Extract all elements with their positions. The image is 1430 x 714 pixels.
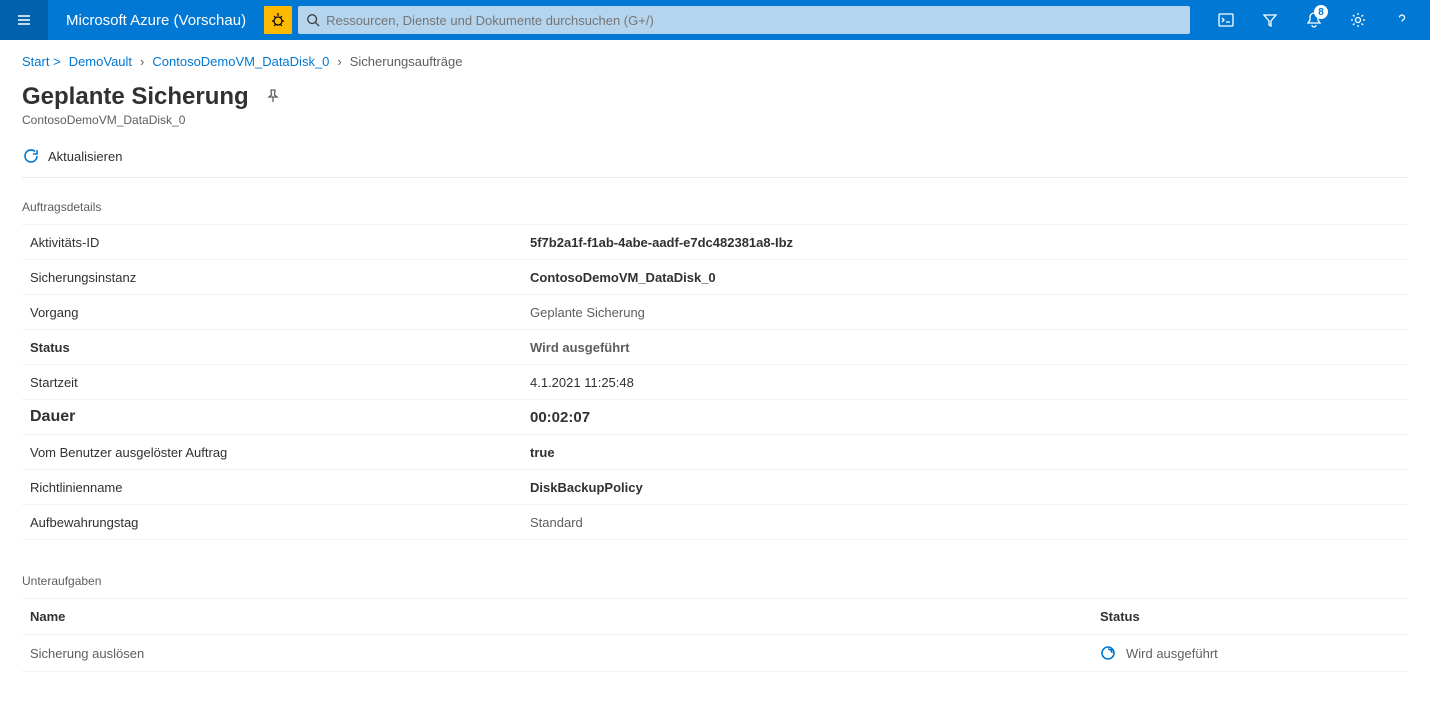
detail-row: VorgangGeplante Sicherung xyxy=(22,295,1408,330)
detail-label: Richtlinienname xyxy=(30,480,530,495)
detail-value: Wird ausgeführt xyxy=(530,340,630,355)
subtasks-header-status: Status xyxy=(1100,609,1400,624)
subtasks-table: Name Status Sicherung auslösenWird ausge… xyxy=(22,598,1408,672)
filter-icon xyxy=(1261,11,1279,29)
detail-row: Dauer00:02:07 xyxy=(22,400,1408,435)
help-icon xyxy=(1393,11,1411,29)
global-search[interactable] xyxy=(298,6,1190,34)
refresh-icon xyxy=(22,147,40,165)
detail-value: true xyxy=(530,445,555,460)
refresh-label: Aktualisieren xyxy=(48,149,122,164)
cloud-shell-icon xyxy=(1217,11,1235,29)
cloud-shell-button[interactable] xyxy=(1204,0,1248,40)
detail-row: SicherungsinstanzContosoDemoVM_DataDisk_… xyxy=(22,260,1408,295)
toolbar: Aktualisieren xyxy=(22,141,1408,178)
breadcrumb-current: Sicherungsaufträge xyxy=(350,54,463,69)
detail-value: Standard xyxy=(530,515,583,530)
detail-value: Geplante Sicherung xyxy=(530,305,645,320)
detail-label: Startzeit xyxy=(30,375,530,390)
detail-value: 00:02:07 xyxy=(530,409,590,426)
detail-value: 4.1.2021 11:25:48 xyxy=(530,375,634,390)
subtasks-section: Unteraufgaben Name Status Sicherung ausl… xyxy=(22,574,1408,672)
detail-row: AufbewahrungstagStandard xyxy=(22,505,1408,540)
subtask-status: Wird ausgeführt xyxy=(1100,645,1400,661)
pin-icon xyxy=(265,88,281,104)
detail-row: Vom Benutzer ausgelöster Auftragtrue xyxy=(22,435,1408,470)
detail-row: RichtliniennameDiskBackupPolicy xyxy=(22,470,1408,505)
subtasks-header-name: Name xyxy=(30,609,1100,624)
breadcrumb: Start > DemoVault › ContosoDemoVM_DataDi… xyxy=(22,54,1408,69)
brand-label: Microsoft Azure (Vorschau) xyxy=(48,12,264,29)
detail-value: 5f7b2a1f-f1ab-4abe-aadf-e7dc482381a8-Ibz xyxy=(530,235,793,250)
details-section-title: Auftragsdetails xyxy=(22,200,1408,214)
detail-label: Status xyxy=(30,340,530,355)
hamburger-icon xyxy=(16,12,32,28)
page-title: Geplante Sicherung xyxy=(22,83,249,111)
detail-label: Vom Benutzer ausgelöster Auftrag xyxy=(30,445,530,460)
detail-row: StatusWird ausgeführt xyxy=(22,330,1408,365)
detail-value: DiskBackupPolicy xyxy=(530,480,643,495)
detail-label: Vorgang xyxy=(30,305,530,320)
detail-label: Sicherungsinstanz xyxy=(30,270,530,285)
top-header: Microsoft Azure (Vorschau) 8 xyxy=(0,0,1430,40)
preview-bug-button[interactable] xyxy=(264,6,292,34)
detail-label: Aktivitäts-ID xyxy=(30,235,530,250)
page-subtitle: ContosoDemoVM_DataDisk_0 xyxy=(22,113,1408,127)
detail-label: Dauer xyxy=(30,408,530,426)
detail-row: Aktivitäts-ID5f7b2a1f-f1ab-4abe-aadf-e7d… xyxy=(22,225,1408,260)
refresh-button[interactable]: Aktualisieren xyxy=(22,147,122,165)
subtask-row: Sicherung auslösenWird ausgeführt xyxy=(22,635,1408,672)
chevron-right-icon: › xyxy=(337,54,341,69)
chevron-right-icon: › xyxy=(140,54,144,69)
subtasks-header-row: Name Status xyxy=(22,598,1408,635)
subtasks-section-title: Unteraufgaben xyxy=(22,574,1408,588)
notifications-button[interactable]: 8 xyxy=(1292,0,1336,40)
notifications-badge: 8 xyxy=(1314,5,1328,19)
help-button[interactable] xyxy=(1380,0,1424,40)
breadcrumb-item-1[interactable]: ContosoDemoVM_DataDisk_0 xyxy=(152,54,329,69)
page-content: Start > DemoVault › ContosoDemoVM_DataDi… xyxy=(0,40,1430,686)
gear-icon xyxy=(1349,11,1367,29)
in-progress-icon xyxy=(1100,645,1116,661)
page-heading-row: Geplante Sicherung xyxy=(22,83,1408,111)
detail-row: Startzeit4.1.2021 11:25:48 xyxy=(22,365,1408,400)
search-icon xyxy=(306,13,320,27)
directory-filter-button[interactable] xyxy=(1248,0,1292,40)
header-icon-group: 8 xyxy=(1204,0,1424,40)
hamburger-menu-button[interactable] xyxy=(0,0,48,40)
breadcrumb-item-0[interactable]: DemoVault xyxy=(69,54,132,69)
pin-button[interactable] xyxy=(265,88,281,107)
settings-button[interactable] xyxy=(1336,0,1380,40)
detail-label: Aufbewahrungstag xyxy=(30,515,530,530)
subtask-name: Sicherung auslösen xyxy=(30,646,1100,661)
search-input[interactable] xyxy=(320,13,1182,28)
detail-value: ContosoDemoVM_DataDisk_0 xyxy=(530,270,716,285)
details-table: Aktivitäts-ID5f7b2a1f-f1ab-4abe-aadf-e7d… xyxy=(22,224,1408,540)
breadcrumb-start[interactable]: Start > xyxy=(22,54,61,69)
bug-icon xyxy=(270,12,286,28)
